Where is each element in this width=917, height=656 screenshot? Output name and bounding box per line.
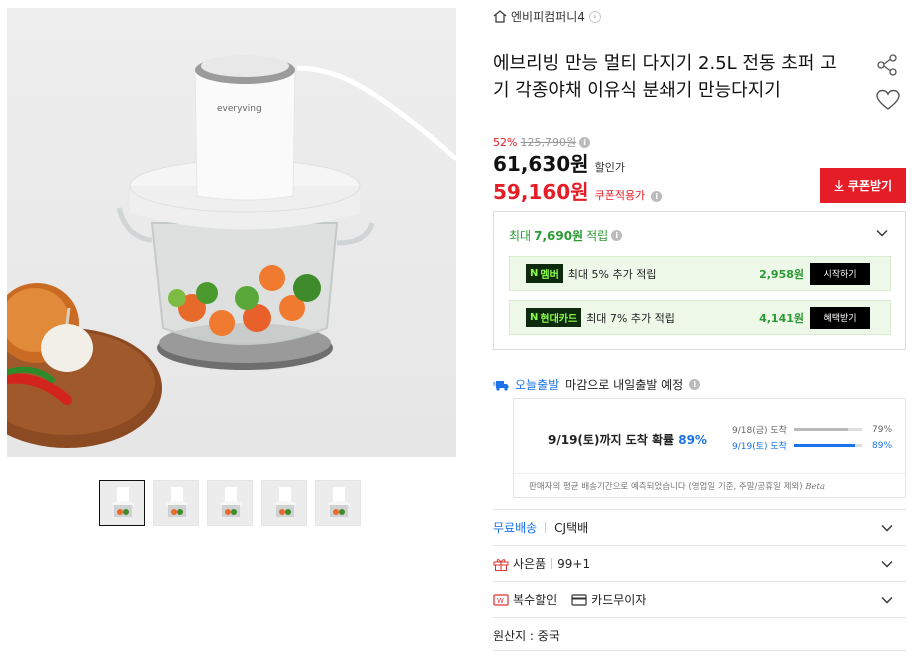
chevron-down-icon[interactable] (880, 557, 894, 571)
chopper-photo: everyving (7, 55, 456, 448)
info-icon[interactable]: i (689, 379, 701, 390)
eta-date: 9/19(토) 도착 (732, 442, 787, 452)
thumbnail-4[interactable] (261, 480, 307, 526)
shipping-header: 오늘출발 마감으로 내일출발 예정 i (493, 376, 701, 393)
share-icon[interactable] (876, 54, 898, 76)
origin-label: 원산지 : 중국 (493, 629, 560, 643)
svg-text:W: W (497, 597, 504, 605)
store-name: 엔비피컴퍼니4 (511, 10, 585, 24)
coupon-price: 59,160원 (493, 180, 589, 204)
multi-discount-label: 복수할인 (513, 593, 558, 607)
points-value: 4,141원 (759, 311, 804, 325)
points-panel: 최대 7,690원 적립 i N 멤버 최대 5% 추가 적립 2,958원 시작… (493, 211, 906, 350)
thumbnail-1[interactable] (99, 480, 145, 526)
info-icon[interactable]: i (579, 136, 591, 148)
coupon-price-line: 59,160원 쿠폰적용가 i (493, 176, 663, 205)
gift-value: 99+1 (557, 556, 591, 571)
sale-price-label: 할인가 (594, 161, 625, 174)
eta-date: 9/18(금) 도착 (732, 426, 787, 436)
eta-value: 89% (872, 440, 893, 451)
home-icon (493, 10, 507, 23)
gift-icon (493, 558, 509, 571)
coupon-icon: W (493, 593, 509, 606)
eta-row: 9/18(금) 도착 79% (732, 423, 893, 437)
discount-option-row[interactable]: W 복수할인 카드무이자 (493, 581, 906, 617)
coupon-price-label: 쿠폰적용가 (594, 189, 646, 202)
divider (545, 522, 547, 533)
delivery-option-row[interactable]: 무료배송 CJ택배 (493, 509, 906, 545)
card-icon (571, 593, 587, 606)
chevron-down-icon[interactable] (880, 521, 894, 535)
fast-shipping-desc: 마감으로 내일출발 예정 (565, 378, 684, 392)
points-value: 2,958원 (759, 267, 804, 281)
fast-shipping-label: 오늘출발 (515, 378, 560, 392)
divider (514, 473, 905, 474)
coupon-download-button[interactable]: 쿠폰받기 (820, 168, 906, 203)
eta-summary: 9/19(토)까지 도착 확률 89% (548, 433, 707, 447)
store-link[interactable]: 엔비피컴퍼니4 › (493, 8, 601, 25)
eta-percent: 89% (678, 433, 707, 447)
thumbnail-3[interactable] (207, 480, 253, 526)
divider (551, 558, 553, 569)
points-row-card: N 현대카드 최대 7% 추가 적립 4,141원 혜택받기 (509, 300, 891, 335)
eta-value: 79% (872, 424, 893, 435)
start-button[interactable]: 시작하기 (810, 262, 870, 285)
thumbnail-2[interactable] (153, 480, 199, 526)
origin-row: 원산지 : 중국 (493, 617, 906, 653)
eta-note: 판매자의 평균 배송기간으로 예측되었습니다 (영업일 기준, 주말/공휴일 제… (529, 482, 826, 492)
points-desc: 최대 7% 추가 적립 (586, 311, 675, 325)
eta-row: 9/19(토) 도착 89% (732, 439, 893, 453)
download-icon (834, 180, 844, 191)
gift-label: 사은품 (513, 557, 547, 571)
info-icon[interactable]: i (611, 230, 623, 241)
card-interest-label: 카드무이자 (591, 593, 647, 607)
sale-price: 61,630원 (493, 152, 589, 176)
delivery-estimate-box: 9/19(토)까지 도착 확률 89% 9/18(금) 도착 79% 9/19(… (513, 398, 906, 498)
chevron-down-icon[interactable] (880, 593, 894, 607)
points-desc: 최대 5% 추가 적립 (567, 267, 657, 281)
divider (493, 650, 906, 651)
points-amount: 7,690원 (534, 229, 584, 243)
eta-bar (794, 444, 862, 447)
product-title: 에브리빙 만능 멀티 다지기 2.5L 전동 초퍼 고기 각종야채 이유식 분쇄… (493, 53, 837, 101)
thumbnail-list (99, 480, 361, 526)
points-suffix: 적립 (586, 229, 609, 243)
eta-bar-fill (794, 428, 848, 431)
n-pay-icon: N (530, 268, 539, 279)
brand-logo: everyving (217, 104, 262, 114)
points-tag: N 현대카드 (526, 308, 582, 327)
chevron-right-icon: › (588, 10, 601, 23)
beta-label: Beta (805, 482, 826, 492)
benefit-button[interactable]: 혜택받기 (810, 306, 870, 329)
info-icon[interactable]: i (651, 191, 663, 202)
courier-label: CJ택배 (554, 521, 589, 535)
points-prefix: 최대 (509, 229, 532, 243)
eta-bar-fill (794, 444, 855, 447)
points-row-member: N 멤버 최대 5% 추가 적립 2,958원 시작하기 (509, 256, 891, 291)
free-delivery-label: 무료배송 (493, 521, 538, 535)
discount-rate: 52% (493, 135, 518, 149)
coupon-button-label: 쿠폰받기 (847, 179, 893, 193)
points-tag: N 멤버 (526, 264, 563, 283)
chevron-down-icon[interactable] (875, 226, 889, 240)
sale-price-line: 61,630원 할인가 (493, 148, 625, 177)
thumbnail-5[interactable] (315, 480, 361, 526)
product-main-image: everyving (7, 8, 456, 457)
truck-icon (493, 380, 509, 391)
eta-bar (794, 428, 862, 431)
gift-option-row[interactable]: 사은품 99+1 (493, 545, 906, 581)
heart-icon[interactable] (876, 89, 900, 111)
n-pay-icon: N (530, 312, 539, 323)
points-summary: 최대 7,690원 적립 i (509, 227, 623, 244)
